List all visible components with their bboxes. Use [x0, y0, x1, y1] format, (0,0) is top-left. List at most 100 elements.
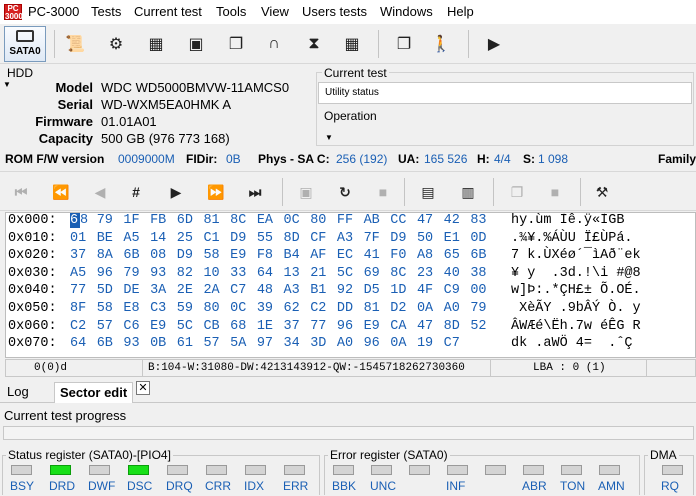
prev-sector-icon[interactable]: ◀ [88, 181, 112, 203]
menu-tools[interactable]: Tools [216, 4, 246, 19]
hex-byte-selected[interactable]: 68 [70, 213, 97, 228]
hex-byte[interactable]: 92 [337, 283, 364, 298]
hex-byte[interactable]: E9 [364, 319, 391, 334]
hex-bytes[interactable]: 64 6B 93 0B 61 57 5A 97 34 3D A0 96 0A 19 C7 [70, 336, 500, 351]
hex-byte[interactable]: 58 [203, 248, 230, 263]
hex-row[interactable]: 0x010: 01 BE A5 14 25 C1 D9 55 8D CF A3 7F D9 50 E1 0D .¾… [6, 231, 695, 248]
hex-byte[interactable]: 64 [257, 266, 284, 281]
menu-view[interactable]: View [261, 4, 289, 19]
hex-byte[interactable]: 68 [230, 319, 257, 334]
hex-byte[interactable]: E9 [150, 319, 177, 334]
stop-icon[interactable]: ■ [371, 181, 395, 203]
hex-byte[interactable]: 47 [417, 319, 444, 334]
hex-byte[interactable]: 01 [70, 231, 97, 246]
module-icon[interactable]: ▣ [183, 31, 209, 57]
hex-byte[interactable]: 77 [70, 283, 97, 298]
hex-byte[interactable]: DD [337, 301, 364, 316]
hex-byte[interactable]: D9 [390, 231, 417, 246]
hex-byte[interactable]: C7 [444, 336, 471, 351]
hex-byte[interactable]: A3 [337, 231, 364, 246]
hex-byte[interactable]: 58 [97, 301, 124, 316]
hex-byte[interactable]: 50 [417, 231, 444, 246]
first-sector-icon[interactable]: ⏮ [9, 181, 33, 203]
operation-dropdown-icon[interactable]: ▼ [325, 133, 333, 142]
read-to-disk-icon[interactable]: ▤ [416, 181, 440, 203]
menu-current-test[interactable]: Current test [134, 4, 202, 19]
hex-byte[interactable]: 8D [444, 319, 471, 334]
hex-row[interactable]: 0x000: 6 8 79 1F FB 6D 81 8C EA 0C 80 FF AB CC 47 42 83 hy… [6, 213, 695, 230]
hex-byte[interactable]: 5A [230, 336, 257, 351]
hex-byte[interactable]: 55 [257, 231, 284, 246]
hex-byte[interactable]: 13 [284, 266, 311, 281]
hex-byte[interactable]: DE [123, 283, 150, 298]
hex-byte[interactable]: 80 [310, 213, 337, 228]
hex-byte[interactable]: 0D [470, 231, 497, 246]
hex-byte[interactable]: D5 [364, 283, 391, 298]
hex-byte[interactable]: 57 [97, 319, 124, 334]
hex-byte[interactable]: 62 [284, 301, 311, 316]
hex-byte[interactable]: 34 [284, 336, 311, 351]
hex-byte[interactable]: 37 [284, 319, 311, 334]
hex-byte[interactable]: 08 [150, 248, 177, 263]
hex-ascii[interactable]: ¥ y .3d.!\i #@8 [511, 266, 641, 281]
hex-byte[interactable]: 8C [390, 266, 417, 281]
hex-byte[interactable]: 0A [390, 336, 417, 351]
close-tab-icon[interactable]: ✕ [136, 381, 150, 395]
hex-byte[interactable]: 83 [470, 213, 497, 228]
hex-editor[interactable]: 0x000: 6 8 79 1F FB 6D 81 8C EA 0C 80 FF AB CC 47 42 83 hy… [5, 212, 696, 358]
hex-byte[interactable]: C9 [444, 283, 471, 298]
hex-byte[interactable]: 79 [470, 301, 497, 316]
hex-byte[interactable]: EA [257, 213, 284, 228]
prev-page-icon[interactable]: ⏪ [49, 181, 73, 203]
write-from-disk-icon[interactable]: ▥ [456, 181, 480, 203]
save-icon[interactable]: ▣ [294, 181, 318, 203]
tab-sector-edit[interactable]: Sector edit [54, 382, 134, 403]
hex-byte[interactable]: D9 [177, 248, 204, 263]
hex-byte[interactable]: 69 [364, 266, 391, 281]
hex-byte[interactable]: 59 [177, 301, 204, 316]
hex-byte[interactable]: A0 [444, 301, 471, 316]
hex-byte[interactable]: 96 [364, 336, 391, 351]
hex-byte[interactable]: C2 [70, 319, 97, 334]
chip-icon[interactable]: ▦ [143, 31, 169, 57]
hex-row[interactable]: 0x040: 77 5D DE 3A 2E 2A C7 48 A3 B1 92 D5 1D 4F C9 00 w]… [6, 283, 695, 300]
hex-byte[interactable]: 81 [203, 213, 230, 228]
hex-byte[interactable]: 52 [470, 319, 497, 334]
tools-icon[interactable]: ⚒ [590, 181, 614, 203]
hex-byte[interactable]: 79 [97, 213, 124, 228]
hex-byte[interactable]: F0 [390, 248, 417, 263]
tab-log[interactable]: Log [2, 382, 34, 403]
hex-byte[interactable]: 57 [203, 336, 230, 351]
paste-icon[interactable]: ■ [543, 181, 567, 203]
hex-byte[interactable]: C1 [203, 231, 230, 246]
hex-ascii[interactable]: XèÃY .9bÂÝ Ò. y [511, 301, 641, 316]
hex-byte[interactable]: 19 [417, 336, 444, 351]
goto-sector-icon[interactable]: # [124, 181, 148, 203]
hex-bytes[interactable]: A5 96 79 93 82 10 33 64 13 21 5C 69 8C 23 40 38 [70, 266, 500, 281]
hex-byte[interactable]: 97 [257, 336, 284, 351]
hex-byte[interactable]: 4F [417, 283, 444, 298]
hex-byte[interactable]: 38 [470, 266, 497, 281]
gears-icon[interactable]: ⚙ [103, 31, 129, 57]
sata0-port-button[interactable]: SATA0 [4, 26, 46, 62]
hex-byte[interactable]: 96 [97, 266, 124, 281]
folder-icon[interactable]: ❐ [223, 31, 249, 57]
hex-byte[interactable]: 6D [177, 213, 204, 228]
hex-row[interactable]: 0x030: A5 96 79 93 82 10 33 64 13 21 5C 69 8C 23 40 38 ¥ … [6, 266, 695, 283]
hex-byte[interactable]: 5D [97, 283, 124, 298]
hex-bytes[interactable]: 77 5D DE 3A 2E 2A C7 48 A3 B1 92 D5 1D 4F C9 00 [70, 283, 500, 298]
hex-byte[interactable]: AF [310, 248, 337, 263]
menu-users-tests[interactable]: Users tests [302, 4, 367, 19]
hex-byte[interactable]: 7F [364, 231, 391, 246]
hex-byte[interactable]: 14 [150, 231, 177, 246]
hex-byte[interactable]: CA [390, 319, 417, 334]
hex-byte[interactable]: C6 [123, 319, 150, 334]
grid-icon[interactable]: ▦ [339, 31, 365, 57]
hex-byte[interactable]: 8F [70, 301, 97, 316]
hex-byte[interactable]: C3 [150, 301, 177, 316]
hex-byte[interactable]: 3D [310, 336, 337, 351]
menu-help[interactable]: Help [447, 4, 474, 19]
hex-byte[interactable]: 00 [470, 283, 497, 298]
hex-byte[interactable]: 5C [177, 319, 204, 334]
hex-byte[interactable]: E9 [230, 248, 257, 263]
